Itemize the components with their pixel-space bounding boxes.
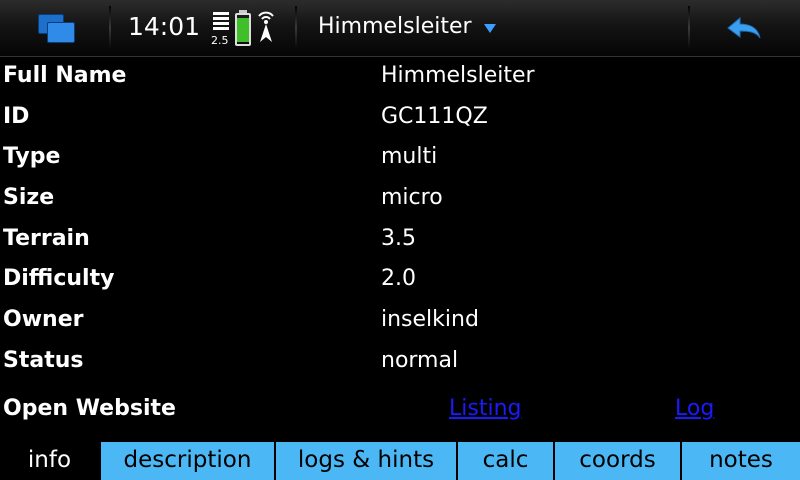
- detail-value: 2.0: [381, 266, 416, 291]
- detail-label: Status: [3, 348, 84, 373]
- network-type: 2.5: [211, 34, 229, 47]
- detail-row-type: Type multi: [0, 138, 800, 178]
- signal-strength-icon: 2.5: [211, 12, 231, 47]
- website-label: Open Website: [3, 396, 176, 421]
- separator: [295, 6, 297, 50]
- gps-icon: [258, 11, 274, 42]
- detail-value: GC111QZ: [381, 104, 488, 129]
- separator: [109, 6, 111, 50]
- separator: [688, 6, 690, 50]
- detail-row-full-name: Full Name Himmelsleiter: [0, 57, 800, 97]
- status-bar: 14:01 2.5 Himmelsleiter: [0, 0, 800, 57]
- title-menu[interactable]: Himmelsleiter: [318, 14, 496, 44]
- detail-value: micro: [381, 185, 443, 210]
- tab-bar: info description logs & hints calc coord…: [0, 440, 800, 480]
- detail-label: Owner: [3, 307, 84, 332]
- detail-row-status: Status normal: [0, 342, 800, 382]
- detail-value: normal: [381, 348, 459, 373]
- website-row: Open Website Listing Log: [0, 390, 800, 430]
- tab-calc[interactable]: calc: [458, 442, 555, 480]
- detail-label: Difficulty: [3, 266, 115, 291]
- detail-label: ID: [3, 104, 30, 129]
- dropdown-caret-icon: [483, 24, 496, 33]
- tab-description[interactable]: description: [101, 442, 276, 480]
- detail-value: 3.5: [381, 226, 416, 251]
- log-link[interactable]: Log: [675, 396, 714, 421]
- detail-row-id: ID GC111QZ: [0, 98, 800, 138]
- detail-value: multi: [381, 144, 438, 169]
- detail-value: Himmelsleiter: [381, 63, 535, 88]
- detail-label: Full Name: [3, 63, 127, 88]
- detail-row-difficulty: Difficulty 2.0: [0, 260, 800, 300]
- detail-row-owner: Owner inselkind: [0, 301, 800, 341]
- listing-link[interactable]: Listing: [449, 396, 521, 421]
- clock[interactable]: 14:01: [128, 12, 200, 41]
- cache-details: Full Name Himmelsleiter ID GC111QZ Type …: [0, 57, 800, 440]
- tab-info[interactable]: info: [0, 442, 101, 480]
- detail-value: inselkind: [381, 307, 479, 332]
- tab-coords[interactable]: coords: [555, 442, 682, 480]
- detail-label: Type: [3, 144, 61, 169]
- detail-label: Terrain: [3, 226, 90, 251]
- window-title: Himmelsleiter: [318, 14, 472, 39]
- tab-notes[interactable]: notes: [682, 442, 800, 480]
- battery-icon: [235, 10, 251, 46]
- tab-logs-hints[interactable]: logs & hints: [276, 442, 458, 480]
- detail-row-size: Size micro: [0, 179, 800, 219]
- back-arrow-icon[interactable]: [726, 16, 762, 42]
- detail-row-terrain: Terrain 3.5: [0, 220, 800, 260]
- task-switcher-icon[interactable]: [38, 14, 78, 44]
- detail-label: Size: [3, 185, 55, 210]
